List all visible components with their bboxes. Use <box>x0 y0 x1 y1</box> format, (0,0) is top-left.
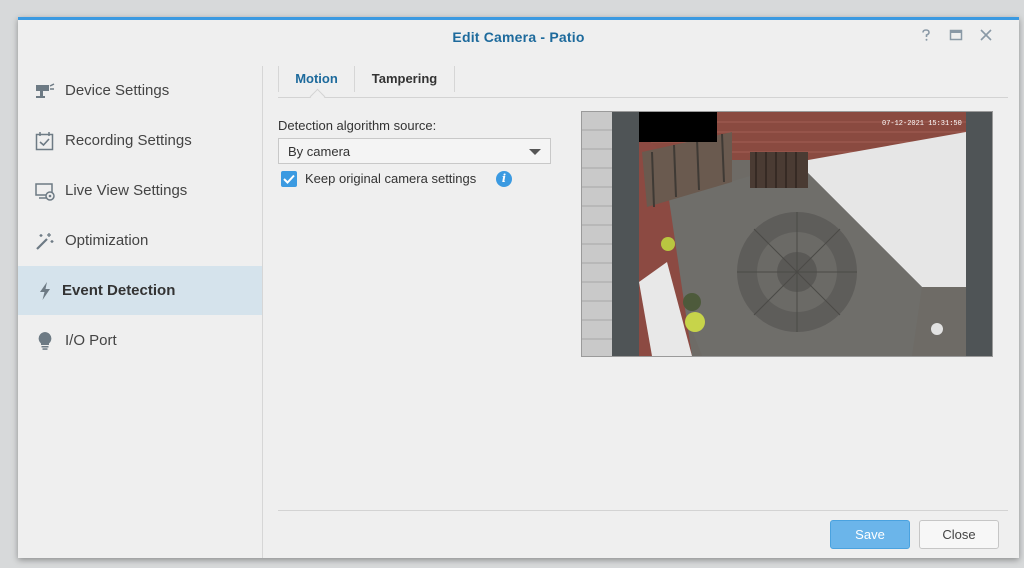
camera-preview: 07-12-2021 15:31:50 <box>581 111 993 357</box>
detection-source-value: By camera <box>288 144 351 159</box>
title-bar: Edit Camera - Patio <box>18 20 1019 58</box>
sidebar-item-label: Device Settings <box>65 82 170 99</box>
sidebar-item-event-detection[interactable]: Event Detection <box>18 266 262 315</box>
magic-wand-icon <box>35 231 55 251</box>
tab-tampering[interactable]: Tampering <box>355 64 454 97</box>
edit-camera-dialog: Edit Camera - Patio Device Settings Reco… <box>18 17 1019 558</box>
sidebar-item-label: Event Detection <box>62 282 176 299</box>
sidebar: Device Settings Recording Settings Live … <box>18 66 263 558</box>
sidebar-item-io-port[interactable]: I/O Port <box>18 316 262 365</box>
sidebar-item-label: I/O Port <box>65 332 117 349</box>
calendar-check-icon <box>35 131 55 151</box>
sidebar-item-label: Recording Settings <box>65 132 192 149</box>
info-icon[interactable]: i <box>496 171 512 187</box>
save-button[interactable]: Save <box>830 520 910 549</box>
detection-source-label: Detection algorithm source: <box>278 118 437 133</box>
chevron-down-icon <box>529 149 541 155</box>
tab-divider <box>454 66 455 92</box>
sidebar-item-optimization[interactable]: Optimization <box>18 216 262 265</box>
sidebar-item-recording-settings[interactable]: Recording Settings <box>18 116 262 165</box>
camera-snapshot-image: 07-12-2021 15:31:50 <box>582 112 992 356</box>
maximize-icon[interactable] <box>947 28 965 46</box>
tab-bar: Motion Tampering <box>278 64 1008 105</box>
keep-settings-label: Keep original camera settings <box>305 171 477 186</box>
sidebar-item-device-settings[interactable]: Device Settings <box>18 66 262 115</box>
preview-timestamp: 07-12-2021 15:31:50 <box>882 120 962 128</box>
help-icon[interactable] <box>917 28 935 46</box>
sidebar-item-live-view-settings[interactable]: Live View Settings <box>18 166 262 215</box>
close-button[interactable]: Close <box>919 520 999 549</box>
sidebar-item-label: Optimization <box>65 232 149 249</box>
lightbulb-icon <box>35 331 55 351</box>
monitor-icon <box>35 181 55 201</box>
sidebar-item-label: Live View Settings <box>65 182 188 199</box>
footer-divider <box>278 510 1008 511</box>
camera-device-icon <box>35 81 55 101</box>
checkmark-icon <box>283 174 295 184</box>
content-panel: Motion Tampering Detection algorithm sou… <box>278 64 1009 558</box>
detection-source-select[interactable]: By camera <box>278 138 551 164</box>
dialog-title: Edit Camera - Patio <box>452 29 585 45</box>
lightning-icon <box>35 281 55 301</box>
keep-settings-checkbox[interactable] <box>281 171 297 187</box>
close-icon[interactable] <box>977 28 995 46</box>
